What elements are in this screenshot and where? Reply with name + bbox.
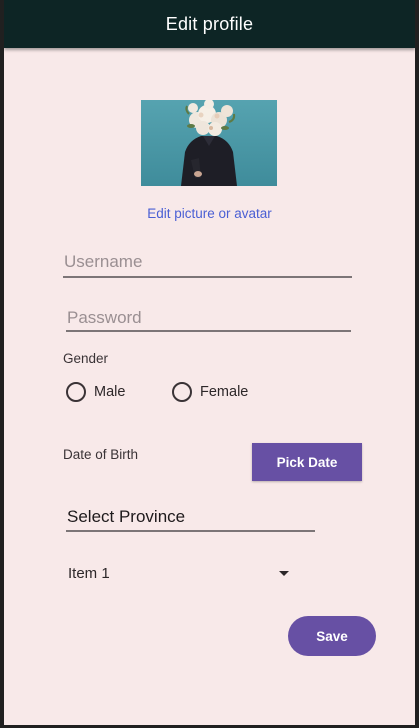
radio-male-label: Male [94, 384, 126, 400]
radio-male-circle[interactable] [66, 382, 86, 402]
password-input[interactable]: Password [67, 308, 142, 328]
dob-label: Date of Birth [63, 447, 139, 462]
radio-female-circle[interactable] [172, 382, 192, 402]
pick-date-button[interactable]: Pick Date [252, 443, 362, 481]
radio-female[interactable]: Female [172, 382, 248, 402]
radio-male[interactable]: Male [66, 382, 125, 402]
username-underline [63, 276, 352, 278]
avatar-illustration [181, 100, 237, 186]
avatar-image[interactable] [141, 100, 277, 186]
gender-label: Gender [63, 351, 109, 366]
app-bar: Edit profile [4, 0, 415, 48]
province-underline [66, 530, 315, 532]
edit-profile-screen: Edit profile Edit picture or avatar User… [4, 0, 415, 725]
save-button[interactable]: Save [288, 616, 376, 656]
province-spinner[interactable]: Item 1 [68, 563, 293, 585]
edit-picture-link[interactable]: Edit picture or avatar [4, 206, 415, 221]
radio-female-label: Female [200, 384, 249, 400]
username-input[interactable]: Username [64, 252, 142, 272]
app-bar-title: Edit profile [165, 13, 254, 34]
province-label: Select Province [67, 507, 186, 526]
dropdown-caret-icon[interactable] [279, 571, 289, 576]
password-underline [66, 330, 351, 332]
spinner-value: Item 1 [68, 565, 110, 582]
